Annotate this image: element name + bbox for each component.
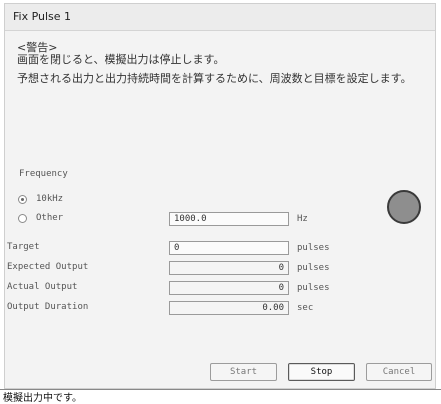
title-bar: Fix Pulse 1: [5, 4, 435, 31]
radio-10khz-label: 10kHz: [36, 194, 64, 204]
window-title: Fix Pulse 1: [13, 10, 72, 23]
actual-output-unit: pulses: [297, 283, 330, 293]
expected-output-label: Expected Output: [7, 262, 89, 272]
status-bar: 模擬出力中です。: [0, 389, 441, 404]
output-duration-unit: sec: [297, 303, 314, 313]
output-status-indicator: [387, 190, 421, 224]
expected-output-value: 0: [169, 261, 289, 275]
fix-pulse-dialog: Fix Pulse 1 <警告> 画面を閉じると、模擬出力は停止します。 予想さ…: [4, 3, 436, 389]
other-frequency-input[interactable]: 1000.0: [169, 212, 289, 226]
target-input[interactable]: 0: [169, 241, 289, 255]
actual-output-label: Actual Output: [7, 282, 78, 292]
warning-line-2: 予想される出力と出力持続時間を計算するために、周波数と目標を設定します。: [17, 72, 412, 85]
radio-other-label: Other: [36, 213, 64, 223]
radio-other[interactable]: [18, 214, 27, 223]
cancel-button[interactable]: Cancel: [366, 363, 432, 381]
start-button[interactable]: Start: [210, 363, 277, 381]
actual-output-value: 0: [169, 281, 289, 295]
target-label: Target: [7, 242, 40, 252]
output-duration-label: Output Duration: [7, 302, 89, 312]
radio-10khz[interactable]: [18, 195, 27, 204]
frequency-label: Frequency: [19, 169, 68, 179]
warning-line-1: 画面を閉じると、模擬出力は停止します。: [17, 53, 225, 66]
status-text: 模擬出力中です。: [3, 393, 82, 404]
warning-heading: <警告>: [17, 41, 58, 54]
output-duration-value: 0.00: [169, 301, 289, 315]
expected-output-unit: pulses: [297, 263, 330, 273]
other-frequency-unit: Hz: [297, 214, 308, 224]
target-unit: pulses: [297, 243, 330, 253]
stop-button[interactable]: Stop: [288, 363, 355, 381]
